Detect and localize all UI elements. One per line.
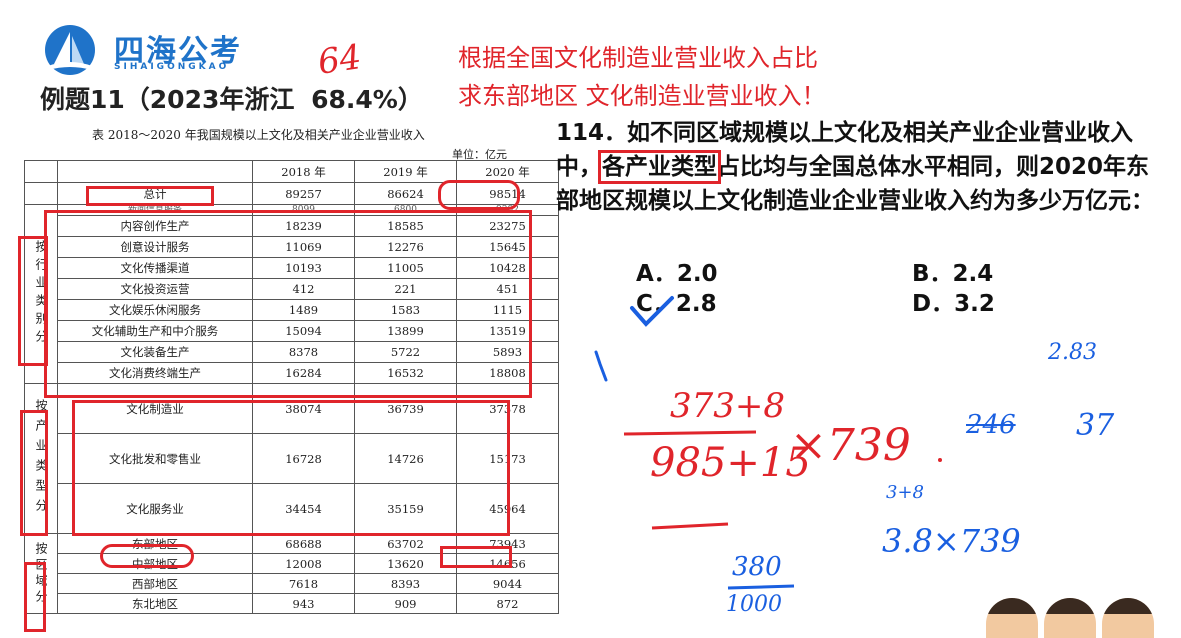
annotation-box-industry-group: [44, 210, 532, 398]
annotation-box-total-2020: [438, 180, 520, 210]
cell-value: 9044: [456, 573, 559, 594]
hand-blue-283: 2.83: [1048, 340, 1097, 365]
cell-value: 12008: [252, 553, 355, 574]
table-row: 西部地区 7618 8393 9044: [25, 573, 559, 594]
red-dot: [938, 458, 942, 462]
fraction-underline-red: [651, 522, 729, 530]
hand-blue-expr: 3.8×739: [882, 522, 1021, 560]
hand-blue-246: 246: [966, 410, 1016, 440]
table-caption: 表 2018～2020 年我国规模以上文化及相关产业企业营业收入: [92, 128, 425, 142]
hand-frac-den: 985+15: [650, 440, 811, 486]
option-a[interactable]: A．2.0: [636, 254, 718, 288]
presenter-avatar: [1044, 598, 1096, 638]
annotation-box-industry-label: [18, 236, 48, 366]
cell-value: 8393: [354, 573, 457, 594]
cell-value: 909: [354, 593, 457, 614]
hand-blue-37: 37: [1076, 408, 1115, 443]
fraction-bar-red: [623, 430, 757, 436]
logo-name-en: SIHAIGONGKAO: [114, 62, 230, 72]
cell-value: 89257: [252, 182, 355, 205]
annotation-box-total: [86, 186, 214, 206]
presenter-avatar: [1102, 598, 1154, 638]
hand-blue-frac-num: 380: [732, 552, 782, 582]
fraction-bar-blue: [727, 584, 795, 590]
annotation-box-region-label: [24, 562, 46, 632]
question-text: 114．如不同区域规模以上文化及相关产业企业营业收入中，各产业类型占比均与全国总…: [556, 116, 1166, 218]
cell-value: 7618: [252, 573, 355, 594]
hand-blue-frac-den: 1000: [726, 592, 782, 617]
red-note-line1: 根据全国文化制造业营业收入占比: [458, 44, 818, 72]
row-label: 东北地区: [57, 593, 253, 614]
presenter-avatar: [986, 598, 1038, 638]
annotation-box-east: [100, 544, 194, 568]
example-title: 例题11（2023年浙江 68.4%）: [40, 80, 423, 116]
header-year-2019: 2019 年: [354, 160, 457, 183]
header-blank-group: [24, 160, 58, 183]
option-b[interactable]: B．2.4: [912, 254, 993, 288]
cell-value: 872: [456, 593, 559, 614]
hand-blue-sum: 3+8: [886, 482, 924, 503]
annotation-box-east-2020: [440, 546, 512, 568]
example-title-text: 例题11（2023年浙江: [40, 85, 295, 114]
question-highlight: 各产业类型: [598, 150, 721, 184]
blue-tick-mark: [594, 350, 608, 382]
cell-value: 68688: [252, 533, 355, 554]
hand-times-739: ×739: [790, 420, 911, 471]
example-title-pct: 68.4%）: [311, 85, 423, 114]
cell-value: 943: [252, 593, 355, 614]
sihai-logo-icon: [45, 25, 95, 75]
header-year-2018: 2018 年: [252, 160, 355, 183]
annotation-box-type-label: [20, 410, 48, 536]
header-blank-label: [57, 160, 253, 183]
table-row: 东北地区 943 909 872: [25, 593, 559, 614]
red-note-line2: 求东部地区 文化制造业营业收入！: [458, 82, 826, 110]
row-label: 西部地区: [57, 573, 253, 594]
checkmark-icon: [630, 296, 674, 327]
annotation-box-type-group: [72, 400, 510, 536]
hand-frac-num: 373+8: [670, 386, 786, 426]
handwritten-64: 64: [315, 37, 364, 83]
